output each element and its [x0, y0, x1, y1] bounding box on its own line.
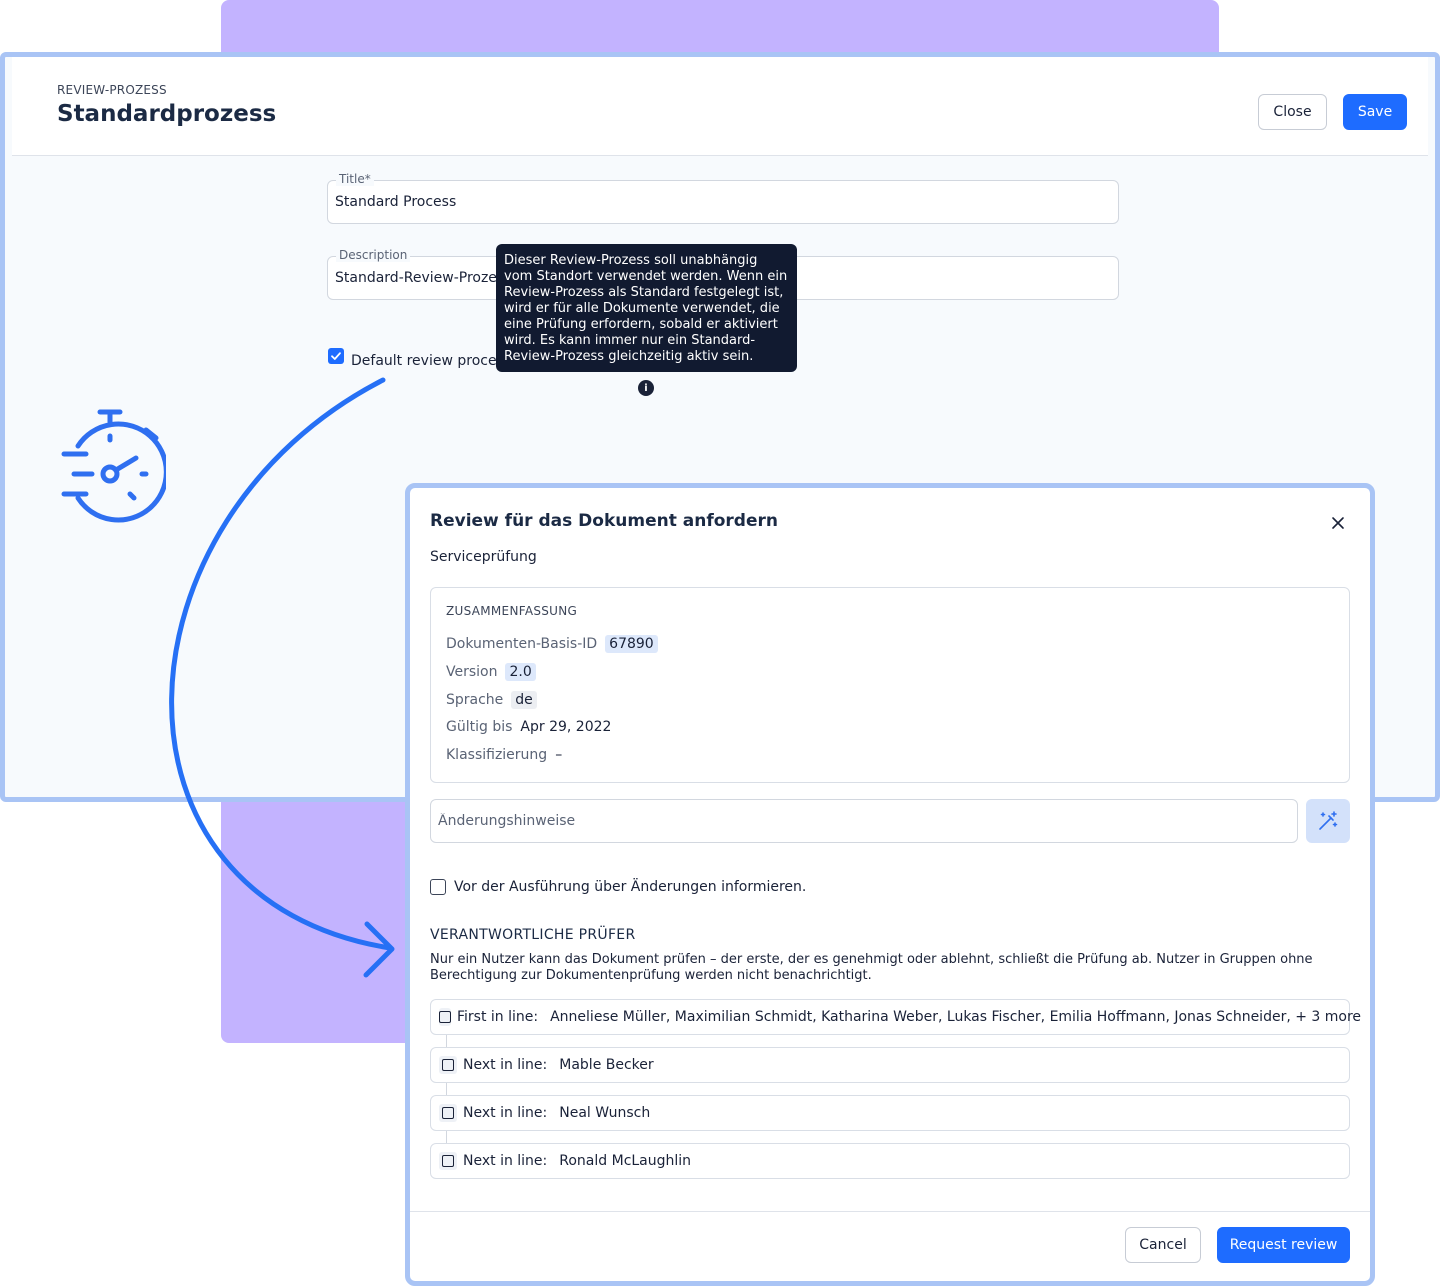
modal-footer-divider — [410, 1211, 1370, 1212]
reviewers-heading: VERANTWORTLICHE PRÜFER — [430, 927, 636, 943]
reviewer-row[interactable]: Next in line: Mable Becker — [430, 1047, 1350, 1083]
modal-subtitle: Serviceprüfung — [430, 549, 537, 565]
reviewer-prefix: Next in line: — [463, 1105, 548, 1121]
default-process-tooltip: Dieser Review-Prozess soll unabhängig vo… — [496, 244, 797, 372]
reviewer-connector — [446, 1131, 447, 1143]
page-title: Standardprozess — [57, 101, 277, 127]
reviewers-description: Nur ein Nutzer kann das Dokument prüfen … — [430, 952, 1313, 983]
request-review-button[interactable]: Request review — [1217, 1227, 1350, 1263]
summary-row-version: Version 2.0 — [446, 663, 536, 681]
modal-title: Review für das Dokument anfordern — [430, 511, 778, 531]
summary-heading: ZUSAMMENFASSUNG — [446, 604, 578, 618]
description-field-value: Standard-Review-Prozess — [335, 270, 512, 286]
default-process-checkbox[interactable] — [328, 348, 344, 364]
save-button[interactable]: Save — [1343, 94, 1407, 130]
reviewer-names: Anneliese Müller, Maximilian Schmidt, Ka… — [550, 1009, 1362, 1025]
reviewer-checkbox[interactable] — [439, 1056, 457, 1074]
inform-changes-checkbox[interactable] — [430, 879, 446, 895]
cancel-button[interactable]: Cancel — [1125, 1227, 1201, 1263]
title-field[interactable]: Title* Standard Process — [327, 172, 1119, 224]
request-review-modal: Review für das Dokument anfordern Servic… — [405, 483, 1375, 1286]
summary-value: – — [555, 747, 563, 763]
check-icon — [331, 352, 341, 360]
close-button[interactable]: Close — [1258, 94, 1327, 130]
title-field-label: Title* — [336, 172, 374, 186]
title-field-value: Standard Process — [335, 194, 457, 210]
reviewer-prefix: Next in line: — [463, 1057, 548, 1073]
stopwatch-icon — [61, 409, 166, 523]
reviewer-row[interactable]: Next in line: Neal Wunsch — [430, 1095, 1350, 1131]
magic-wand-button[interactable] — [1306, 799, 1350, 843]
inform-changes-label: Vor der Ausführung über Änderungen infor… — [454, 879, 807, 895]
info-icon[interactable]: i — [638, 380, 654, 396]
summary-value: Apr 29, 2022 — [520, 719, 612, 735]
summary-row-base-id: Dokumenten-Basis-ID 67890 — [446, 635, 658, 653]
description-field-label: Description — [336, 248, 411, 262]
reviewer-row[interactable]: First in line: Anneliese Müller, Maximil… — [430, 999, 1361, 1035]
summary-row-language: Sprache de — [446, 691, 537, 709]
summary-row-classification: Klassifizierung – — [446, 747, 562, 763]
summary-card: ZUSAMMENFASSUNG Dokumenten-Basis-ID 6789… — [430, 587, 1350, 783]
reviewer-names: Ronald McLaughlin — [559, 1153, 692, 1169]
summary-label: Gültig bis — [446, 719, 513, 735]
summary-value: 67890 — [605, 635, 658, 653]
reviewer-prefix: First in line: — [457, 1009, 539, 1025]
reviewer-row[interactable]: Next in line: Ronald McLaughlin — [430, 1143, 1350, 1179]
reviewer-prefix: Next in line: — [463, 1153, 548, 1169]
reviewer-checkbox[interactable] — [439, 1104, 457, 1122]
reviewer-names: Mable Becker — [559, 1057, 654, 1073]
reviewer-connector — [446, 1083, 447, 1095]
summary-label: Sprache — [446, 692, 504, 708]
close-icon[interactable] — [1328, 513, 1348, 533]
magic-wand-icon — [1319, 811, 1338, 830]
panel-header: REVIEW-PROZESS Standardprozess Close Sav… — [12, 57, 1428, 156]
summary-value: de — [511, 691, 537, 709]
reviewer-names: Neal Wunsch — [559, 1105, 651, 1121]
summary-label: Version — [446, 664, 498, 680]
reviewer-checkbox[interactable] — [439, 1152, 457, 1170]
default-process-label: Default review process — [351, 353, 512, 369]
summary-label: Klassifizierung — [446, 747, 548, 763]
reviewer-connector — [446, 1035, 447, 1047]
change-notes-input[interactable] — [430, 799, 1298, 843]
summary-value: 2.0 — [505, 663, 536, 681]
summary-row-valid-until: Gültig bis Apr 29, 2022 — [446, 719, 611, 735]
reviewer-checkbox[interactable] — [439, 1008, 451, 1026]
page-eyebrow: REVIEW-PROZESS — [57, 83, 167, 97]
summary-label: Dokumenten-Basis-ID — [446, 636, 598, 652]
